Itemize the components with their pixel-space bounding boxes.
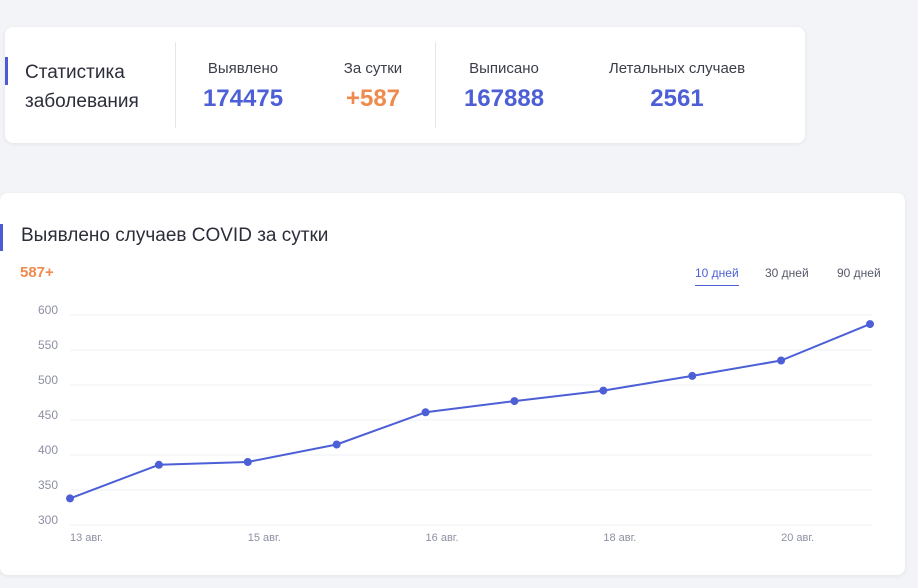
stat-discharged: Выписано 167888 (460, 60, 548, 113)
stat-deaths-value: 2561 (650, 85, 704, 112)
stat-detected-value: 174475 (202, 85, 284, 112)
data-point (421, 408, 430, 417)
data-point (66, 494, 74, 503)
x-tick-label: 13 авг. (70, 532, 103, 544)
x-tick-label: 16 авг. (426, 532, 459, 544)
stats-accent-bar (5, 57, 8, 85)
stats-divider (435, 42, 436, 128)
data-point (866, 320, 874, 329)
data-point (688, 371, 697, 380)
stat-daily-label: За сутки (343, 60, 403, 77)
y-tick-label: 550 (38, 338, 58, 352)
line-chart: 300 350 400 450 500 550 600 13 авг. 15 авг. 16 ав… (38, 303, 874, 544)
data-point (777, 356, 786, 365)
data-point (332, 440, 341, 449)
data-point (243, 458, 252, 466)
stat-deaths: Летальных случаев 2561 (593, 60, 761, 113)
stat-detected: Выявлено 174475 (202, 60, 284, 113)
x-tick-label: 18 авг. (603, 532, 636, 544)
tab-90-days[interactable]: 90 дней (837, 266, 881, 285)
y-tick-label: 600 (38, 303, 58, 317)
stat-deaths-label: Летальных случаев (608, 60, 746, 77)
stat-daily-value: +587 (345, 85, 401, 112)
stats-title-line1: Статистика (25, 62, 125, 83)
chart-title: Выявлено случаев COVID за сутки (21, 225, 329, 246)
chart-card: Выявлено случаев COVID за сутки 587+ 10 … (0, 193, 905, 575)
stat-daily: За сутки +587 (335, 60, 411, 113)
y-tick-label: 300 (38, 513, 58, 527)
chart-accent-bar (0, 224, 3, 251)
y-tick-label: 400 (38, 443, 58, 457)
x-tick-label: 15 авг. (248, 532, 281, 544)
x-tick-label: 20 авг. (781, 532, 814, 544)
stats-card: Статистика заболевания Выявлено 174475 З… (5, 27, 805, 143)
stat-discharged-label: Выписано (469, 60, 539, 77)
stats-divider (175, 42, 176, 128)
stats-title-line2: заболевания (25, 91, 139, 112)
stat-discharged-value: 167888 (463, 85, 545, 112)
data-point (510, 397, 519, 406)
stats-title: Статистика заболевания (25, 58, 175, 116)
y-tick-label: 500 (38, 373, 58, 387)
data-point (154, 460, 163, 469)
y-tick-label: 350 (38, 478, 58, 492)
tab-30-days[interactable]: 30 дней (765, 266, 809, 285)
tab-10-days[interactable]: 10 дней (695, 266, 739, 286)
y-tick-label: 450 (38, 408, 58, 422)
data-point (599, 386, 608, 395)
stat-detected-label: Выявлено (207, 60, 279, 77)
current-daily-value: 587+ (20, 264, 54, 281)
